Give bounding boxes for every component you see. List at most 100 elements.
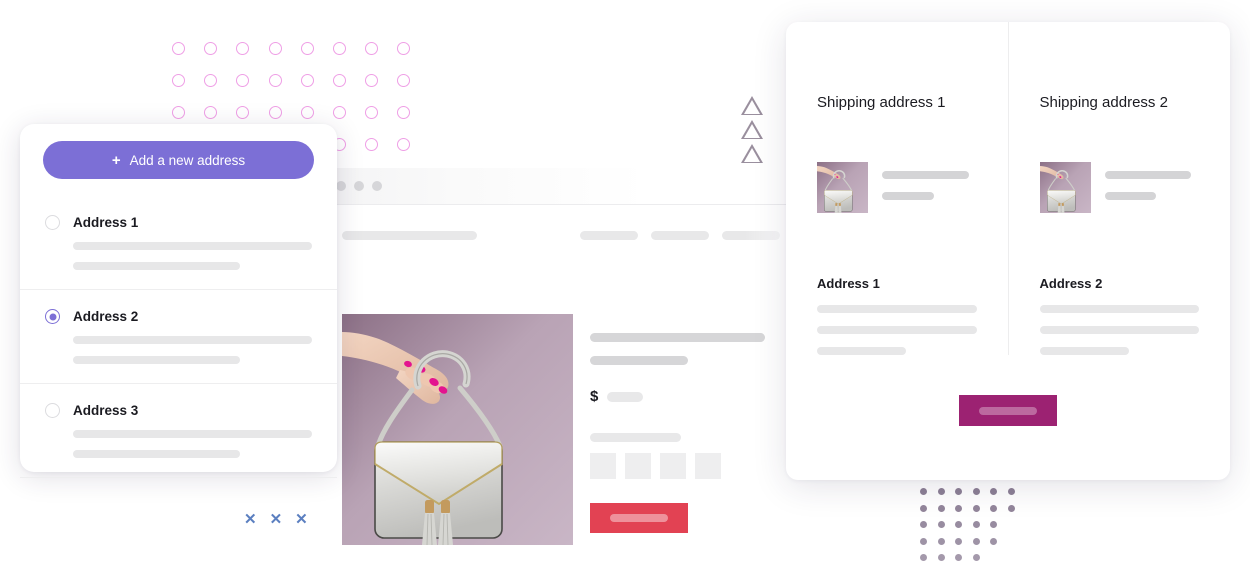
circle-dot	[268, 74, 282, 87]
address-radio-1[interactable]	[45, 215, 60, 230]
filled-dot	[955, 504, 962, 512]
circle-dot	[204, 74, 218, 87]
site-nav-placeholders	[580, 231, 780, 240]
x-mark-icon: ✕	[244, 511, 257, 528]
filled-dot	[937, 488, 945, 495]
circle-dot	[204, 42, 218, 55]
address-selection-card: + Add a new address Address 1 Address 2	[20, 124, 337, 478]
address-label: Address 3	[73, 403, 139, 418]
circle-dot	[365, 106, 379, 119]
list-item[interactable]: Address 2	[20, 290, 337, 384]
x-mark-icon: ✕	[295, 511, 308, 528]
shipping-column-title: Shipping address 1	[817, 94, 946, 111]
circle-dot	[365, 42, 379, 55]
plus-icon: +	[111, 151, 121, 169]
nav-pill-3[interactable]	[722, 231, 780, 240]
circle-dot	[268, 42, 282, 55]
circle-dot	[397, 138, 411, 151]
filled-dot	[972, 537, 980, 545]
handbag-illustration	[342, 314, 573, 545]
address-label: Address 2	[73, 309, 139, 324]
circle-dot	[333, 106, 346, 119]
product-thumbnail	[817, 162, 868, 213]
filled-dot	[955, 537, 962, 545]
product-info-placeholders	[1104, 162, 1200, 200]
filled-dot	[990, 537, 997, 545]
browser-dot-3	[372, 181, 382, 191]
filled-dot	[972, 504, 980, 512]
variant-swatch[interactable]	[695, 453, 721, 479]
filled-dot	[972, 488, 980, 495]
circle-dot	[300, 74, 314, 87]
variant-swatch[interactable]	[660, 453, 686, 479]
list-item[interactable]: Address 3	[20, 384, 337, 478]
circle-dot	[236, 106, 250, 119]
circle-dot	[365, 138, 379, 151]
browser-dot-2	[354, 181, 364, 191]
product-hero-image	[342, 314, 573, 545]
product-thumbnail	[1039, 162, 1091, 213]
variant-swatch[interactable]	[590, 453, 616, 479]
shipping-columns: Shipping address 1 Address 1 Shipping ad…	[786, 22, 1230, 355]
filled-dot-grid-decoration	[920, 488, 1020, 568]
variant-label-placeholder	[590, 433, 681, 442]
filled-dot	[1007, 504, 1015, 512]
circle-dot	[300, 42, 314, 55]
nav-pill-1[interactable]	[580, 231, 638, 240]
filled-dot	[990, 521, 997, 528]
shipping-address-placeholders	[817, 305, 977, 355]
filled-dot	[920, 554, 927, 561]
filled-dot	[920, 521, 927, 528]
shipping-column-title: Shipping address 2	[1039, 94, 1168, 111]
circle-dot	[236, 74, 250, 87]
filled-dot	[1007, 488, 1015, 495]
shipping-confirm-button[interactable]	[959, 395, 1057, 426]
filled-dot	[972, 554, 980, 561]
filled-dot	[920, 504, 927, 512]
circle-dot	[397, 42, 411, 55]
browser-chrome-bar	[318, 168, 788, 205]
shipping-address-label: Address 1	[817, 276, 880, 291]
add-new-address-label: Add a new address	[129, 152, 246, 168]
nav-pill-2[interactable]	[651, 231, 709, 240]
shipping-product-row	[1039, 162, 1200, 213]
add-new-address-button[interactable]: + Add a new address	[43, 141, 314, 179]
browser-dot-1	[336, 181, 346, 191]
product-price-row: $	[590, 389, 765, 404]
filled-dot	[955, 488, 962, 495]
filled-dot	[937, 521, 945, 528]
circle-dot	[236, 42, 250, 55]
product-browser-mock: $	[318, 168, 788, 577]
filled-dot	[937, 504, 945, 512]
filled-dot	[920, 488, 927, 495]
shipping-confirm-label-placeholder	[979, 406, 1037, 415]
product-details-column: $	[590, 333, 765, 533]
address-detail-placeholders	[45, 430, 312, 458]
address-radio-3[interactable]	[45, 403, 60, 418]
circle-dot	[204, 106, 218, 119]
filled-dot	[972, 521, 980, 528]
circle-dot	[333, 42, 346, 55]
circle-dot	[172, 106, 185, 119]
screenshot-stage: $ ✕ ✕ ✕ + Add a new address Address 1 Ad…	[0, 0, 1250, 577]
shipping-column-2: Shipping address 2 Address 2	[1009, 22, 1231, 355]
circle-dot	[172, 42, 185, 55]
filled-dot	[990, 504, 997, 512]
filled-dot	[955, 554, 962, 561]
circle-dot	[397, 74, 411, 87]
filled-dot	[955, 521, 962, 528]
circle-dot	[333, 74, 346, 87]
handbag-thumb-illustration	[817, 162, 868, 213]
shipping-column-1: Shipping address 1 Address 1	[786, 22, 1009, 355]
address-list: Address 1 Address 2 Address 3	[20, 196, 337, 478]
currency-symbol: $	[590, 388, 599, 405]
list-item[interactable]: Address 1	[20, 196, 337, 290]
address-radio-2[interactable]	[45, 309, 60, 324]
filled-dot	[937, 537, 945, 545]
add-to-cart-button[interactable]	[590, 503, 688, 533]
triangle-icon	[741, 96, 763, 115]
circle-dot	[397, 106, 411, 119]
x-marks-decoration: ✕ ✕ ✕	[244, 512, 308, 527]
variant-swatch[interactable]	[625, 453, 651, 479]
shipping-product-row	[817, 162, 977, 213]
